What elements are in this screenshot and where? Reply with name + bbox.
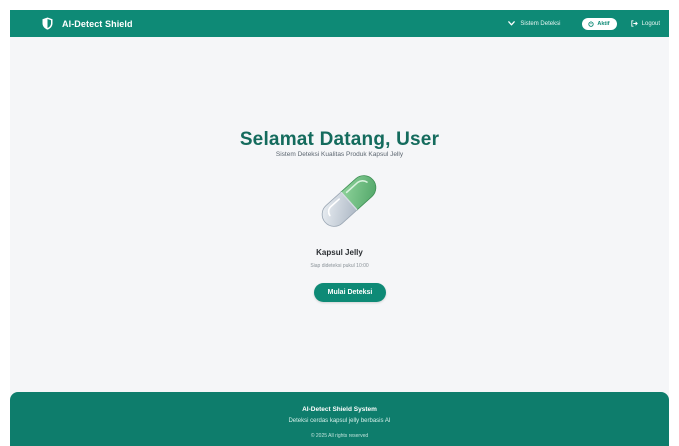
footer-tagline: Deteksi cerdas kapsul jelly berbasis AI — [288, 418, 391, 424]
capsule-icon — [313, 169, 385, 233]
status-toggle[interactable]: Aktif — [582, 17, 617, 30]
start-detection-button[interactable]: Mulai Deteksi — [314, 283, 386, 302]
page-subtitle: Sistem Deteksi Kualitas Produk Kapsul Je… — [275, 151, 404, 158]
main-content: Selamat Datang, User Sistem Deteksi Kual… — [10, 37, 669, 392]
power-icon — [588, 20, 595, 27]
footer-title: AI-Detect Shield System — [302, 406, 377, 413]
system-menu-dropdown[interactable]: Sistem Deteksi — [508, 21, 560, 27]
brand-title: AI-Detect Shield — [62, 18, 133, 29]
logout-label: Logout — [641, 20, 660, 27]
chevron-down-icon — [508, 21, 516, 26]
product-name: Kapsul Jelly — [316, 248, 363, 257]
system-menu-label: Sistem Deteksi — [520, 20, 561, 27]
brand[interactable]: AI-Detect Shield — [42, 10, 133, 37]
status-label: Aktif — [597, 20, 610, 27]
logout-button[interactable]: Logout — [630, 20, 660, 27]
footer-copyright: © 2025 All rights reserved — [310, 433, 369, 439]
top-navbar: AI-Detect Shield Sistem Deteksi Aktif Lo… — [10, 10, 669, 37]
page-title: Selamat Datang, User — [239, 129, 440, 150]
product-status: Siap dideteksi pukul 10:00 — [310, 263, 369, 269]
logout-icon — [630, 20, 638, 27]
app-window: AI-Detect Shield Sistem Deteksi Aktif Lo… — [10, 10, 669, 446]
footer: AI-Detect Shield System Deteksi cerdas k… — [10, 392, 669, 446]
shield-icon — [42, 17, 53, 30]
navbar-actions: Sistem Deteksi Aktif Logout — [508, 10, 669, 37]
